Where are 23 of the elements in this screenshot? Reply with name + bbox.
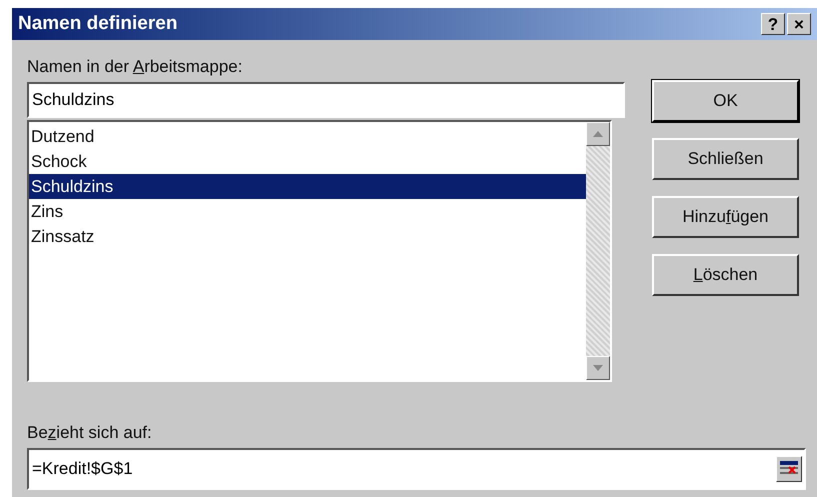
down-arrow-icon xyxy=(593,365,603,371)
range-select-icon xyxy=(780,461,798,477)
scroll-up-button[interactable] xyxy=(586,122,610,146)
list-item[interactable]: Zinssatz xyxy=(29,224,586,249)
dialog-button[interactable]: Schließen xyxy=(652,138,799,180)
list-item[interactable]: Schock xyxy=(29,149,586,174)
field-label: Namen in der Arbeitsmappe: xyxy=(27,56,244,78)
list-item[interactable]: Schuldzins xyxy=(29,174,586,199)
scroll-down-button[interactable] xyxy=(586,356,610,380)
list-item[interactable]: Zins xyxy=(29,199,586,224)
dialog-button[interactable]: Hinzufügen xyxy=(652,196,799,238)
dialog-button[interactable]: Löschen xyxy=(652,254,799,296)
scrollbar[interactable] xyxy=(586,122,610,380)
field-label: Bezieht sich auf: xyxy=(27,422,153,442)
dialog-button[interactable]: OK xyxy=(652,80,799,122)
close-button[interactable]: × xyxy=(787,13,811,35)
up-arrow-icon xyxy=(593,131,603,137)
reference-field[interactable]: =Kredit!$G$1 xyxy=(27,448,806,490)
list-item[interactable]: Dutzend xyxy=(29,124,586,149)
collapse-dialog-button[interactable] xyxy=(776,456,802,482)
name-field[interactable]: Schuldzins xyxy=(27,82,625,118)
window-title: Namen definieren xyxy=(18,12,178,36)
help-button[interactable]: ? xyxy=(761,13,785,35)
